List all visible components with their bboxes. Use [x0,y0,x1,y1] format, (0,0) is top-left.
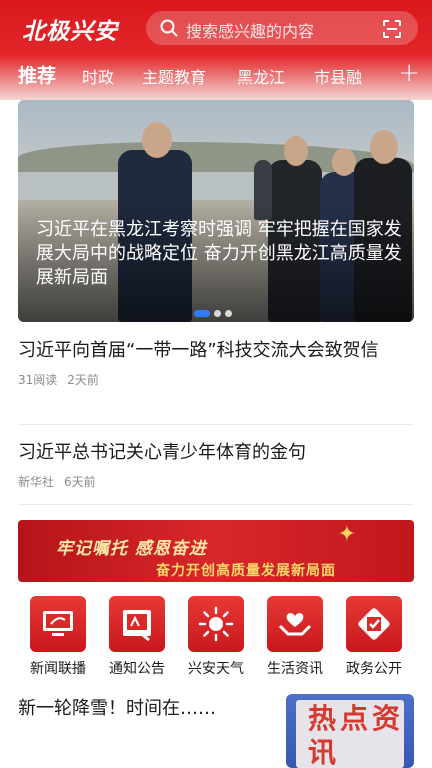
news-title: 习近平向首届“一带一路”科技交流大会致贺信 [18,340,379,361]
service-label: 兴安天气 [188,661,244,677]
carousel-dot[interactable] [194,310,210,317]
tab-politics[interactable]: 时政 [82,64,114,88]
hero-figure-head [142,122,172,158]
service-notice[interactable]: 通知公告 [97,596,177,678]
service-label: 新闻联播 [30,661,86,677]
hero-figure-head [370,130,398,164]
news-meta: 31阅读 2天前 [18,371,414,388]
news-time: 6天前 [64,475,96,489]
hero-carousel[interactable]: 习近平在黑龙江考察时强调 牢牢把握在国家发展大局中的战略定位 奋力开创黑龙江高质… [18,100,414,322]
banner-headline: 牢记嘱托 感恩奋进 [56,539,207,559]
tab-theme-education[interactable]: 主题教育 [142,64,206,88]
news-item-snow[interactable]: 新一轮降雪！时间在…… [18,694,216,720]
government-icon [346,596,402,652]
hands-icon [267,596,323,652]
service-government[interactable]: 政务公开 [334,596,414,678]
hero-figure-head [284,136,308,166]
top-bar: 北极兴安 搜索感兴趣的内容 [0,0,432,56]
hot-news-card[interactable]: 热点资讯 [286,694,414,768]
sun-icon [188,596,244,652]
service-news-broadcast[interactable]: 新闻联播 [18,596,98,678]
search-icon [160,19,178,37]
divider [18,504,414,505]
channel-tabs: 推荐 时政 主题教育 黑龙江 市县融 + [0,58,432,94]
news-item[interactable]: 习近平向首届“一带一路”科技交流大会致贺信 31阅读 2天前 [18,338,414,388]
tv-icon [30,596,86,652]
carousel-dot[interactable] [214,310,221,317]
search-bar[interactable]: 搜索感兴趣的内容 [146,11,418,45]
service-grid: 新闻联播 通知公告 兴安天气 生活资讯 政务公开 [18,596,414,680]
search-placeholder: 搜索感兴趣的内容 [186,22,315,41]
news-time: 2天前 [67,373,99,387]
promo-banner[interactable]: 牢记嘱托 感恩奋进 奋力开创高质量发展新局面 ✦ [18,520,414,582]
divider [18,424,414,425]
app-logo: 北极兴安 [22,19,118,45]
plus-icon[interactable]: + [398,58,420,88]
tab-heilongjiang[interactable]: 黑龙江 [237,64,285,88]
hot-card-text: 热点资讯 [308,702,405,768]
star-icon: ✦ [337,522,356,547]
news-source: 新华社 [18,475,55,489]
tab-recommend[interactable]: 推荐 [18,61,56,88]
news-reads: 31阅读 [18,373,58,387]
news-item[interactable]: 习近平总书记关心青少年体育的金句 新华社 6天前 [18,440,414,490]
service-label: 政务公开 [346,661,402,677]
news-meta: 新华社 6天前 [18,473,414,490]
news-title: 习近平总书记关心青少年体育的金句 [18,442,306,463]
service-label: 生活资讯 [267,661,323,677]
notice-icon [109,596,165,652]
service-label: 通知公告 [109,661,165,677]
hero-caption: 习近平在黑龙江考察时强调 牢牢把握在国家发展大局中的战略定位 奋力开创黑龙江高质… [36,219,402,288]
service-weather[interactable]: 兴安天气 [176,596,256,678]
carousel-indicator [194,303,236,317]
carousel-dot[interactable] [225,310,232,317]
hero-figure-head [332,148,356,176]
tab-city-county[interactable]: 市县融 [314,64,362,88]
banner-subline: 奋力开创高质量发展新局面 [156,563,336,579]
service-life-info[interactable]: 生活资讯 [255,596,335,678]
scan-icon[interactable] [382,19,402,39]
